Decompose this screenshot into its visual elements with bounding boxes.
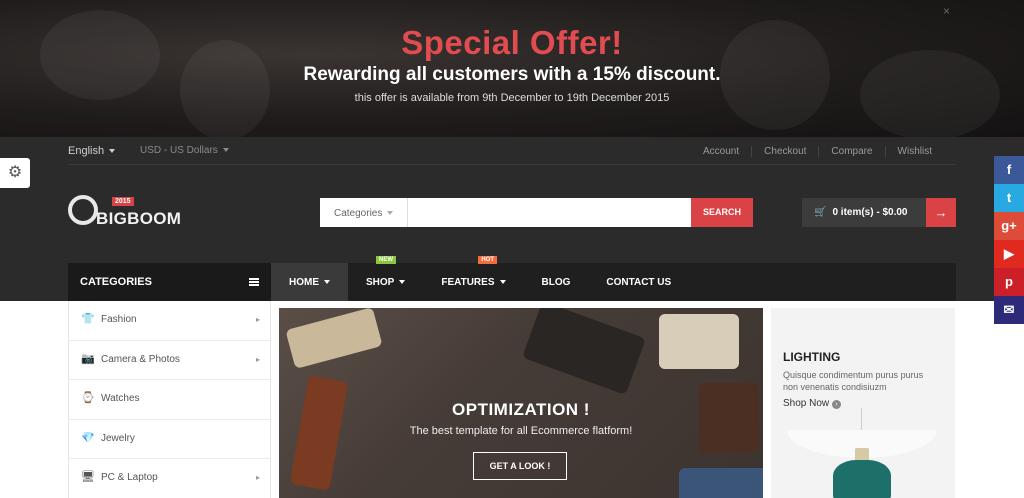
nav-item-label: FEATURES bbox=[441, 277, 495, 288]
nav-item-label: HOME bbox=[289, 277, 319, 288]
hero-slide: OPTIMIZATION ! The best template for all… bbox=[279, 308, 763, 498]
sidebar-item-label: PC & Laptop bbox=[101, 472, 158, 483]
banner-description: Quisque condimentum purus purus non vene… bbox=[783, 370, 924, 392]
top-bar: English USD - US Dollars Account Checkou… bbox=[68, 137, 956, 165]
arrow-right-icon[interactable]: → bbox=[926, 198, 956, 227]
cart-widget[interactable]: 🛒 0 item(s) - $0.00 → bbox=[802, 198, 956, 227]
sidebar-item-label: Watches bbox=[101, 393, 140, 404]
nav-item-home[interactable]: HOME bbox=[271, 263, 348, 301]
sidebar-item-label: Jewelry bbox=[101, 432, 135, 444]
lighting-banner[interactable]: LIGHTING Quisque condimentum purus purus… bbox=[771, 308, 955, 498]
monitor-icon: 🖥 bbox=[81, 471, 95, 483]
sidebar-item-label: Fashion bbox=[101, 314, 137, 325]
cart-summary-text: 0 item(s) - $0.00 bbox=[832, 207, 908, 218]
nav-item-label: SHOP bbox=[366, 277, 395, 288]
search-category-select[interactable]: Categories bbox=[320, 198, 408, 227]
hero-image-strap bbox=[285, 308, 383, 369]
account-link[interactable]: Account bbox=[691, 146, 751, 157]
new-badge: NEW bbox=[376, 256, 396, 264]
chevron-down-icon bbox=[109, 149, 116, 154]
promo-banner: Special Offer! Rewarding all customers w… bbox=[0, 0, 1024, 137]
chevron-right-icon: ▸ bbox=[255, 354, 260, 364]
checkout-link[interactable]: Checkout bbox=[751, 146, 818, 157]
nav-item-features[interactable]: HOT FEATURES bbox=[423, 256, 523, 301]
hero-image-watch bbox=[522, 308, 646, 396]
nav-menu: HOME NEW SHOP HOT FEATURES BLOG CONTACT … bbox=[271, 256, 689, 301]
currency-selector[interactable]: USD - US Dollars bbox=[140, 145, 229, 156]
nav-item-contact[interactable]: CONTACT US bbox=[588, 263, 689, 301]
search-category-label: Categories bbox=[334, 208, 383, 219]
cart-icon: 🛒 bbox=[814, 207, 827, 218]
cart-summary: 🛒 0 item(s) - $0.00 bbox=[814, 207, 908, 218]
compare-link[interactable]: Compare bbox=[818, 146, 884, 157]
hero-image-jeans bbox=[679, 468, 763, 498]
social-bar: f t g+ ▶ p ✉ bbox=[994, 156, 1024, 324]
chevron-down-icon bbox=[387, 211, 394, 216]
twitter-icon[interactable]: t bbox=[994, 184, 1024, 212]
nav-item-shop[interactable]: NEW SHOP bbox=[348, 256, 423, 301]
youtube-icon[interactable]: ▶ bbox=[994, 240, 1024, 268]
chevron-down-icon bbox=[499, 280, 506, 285]
get-a-look-button[interactable]: GET A LOOK ! bbox=[473, 452, 567, 480]
search-input[interactable] bbox=[410, 198, 690, 227]
facebook-icon[interactable]: f bbox=[994, 156, 1024, 184]
promo-note: this offer is available from 9th Decembe… bbox=[354, 92, 670, 104]
lamp-base-image bbox=[833, 460, 891, 498]
tshirt-icon: 👕 bbox=[81, 313, 95, 325]
sidebar-item-watches[interactable]: ⌚ Watches bbox=[69, 380, 270, 420]
categories-toggle[interactable]: CATEGORIES bbox=[68, 263, 271, 301]
chevron-down-icon bbox=[324, 280, 330, 285]
hero-image-camera bbox=[659, 314, 739, 369]
pinterest-icon[interactable]: p bbox=[994, 268, 1024, 296]
banner-title: LIGHTING bbox=[783, 350, 841, 364]
watch-icon: ⌚ bbox=[81, 392, 95, 404]
sidebar-item-camera[interactable]: 📷 Camera & Photos ▸ bbox=[69, 341, 270, 380]
hot-badge: HOT bbox=[478, 256, 498, 264]
email-icon[interactable]: ✉ bbox=[994, 296, 1024, 324]
lamp-cord bbox=[861, 408, 862, 432]
search-button[interactable]: SEARCH bbox=[691, 198, 753, 227]
site-logo[interactable]: 2015 BIGBOOM bbox=[68, 189, 208, 234]
logo-mark bbox=[68, 195, 98, 225]
chevron-down-icon bbox=[222, 148, 229, 153]
promo-subtitle: Rewarding all customers with a 15% disco… bbox=[303, 64, 721, 85]
arrow-circle-right-icon: › bbox=[831, 400, 841, 409]
main-nav: CATEGORIES HOME NEW SHOP HOT FEATURES BL… bbox=[68, 256, 956, 301]
nav-item-label: CONTACT US bbox=[606, 277, 672, 288]
promo-title: Special Offer! bbox=[401, 24, 623, 61]
close-icon[interactable]: × bbox=[943, 4, 950, 18]
site-header: English USD - US Dollars Account Checkou… bbox=[0, 137, 1024, 301]
sidebar-item-label: Camera & Photos bbox=[101, 353, 180, 365]
categories-label: CATEGORIES bbox=[80, 276, 152, 288]
sidebar-item-pc-laptop[interactable]: 🖥 PC & Laptop ▸ bbox=[69, 459, 270, 498]
shop-now-label: Shop Now bbox=[783, 398, 830, 409]
sidebar-item-fashion[interactable]: 👕 Fashion ▸ bbox=[69, 301, 270, 341]
currency-label: USD - US Dollars bbox=[140, 145, 218, 156]
hero-title: OPTIMIZATION ! bbox=[452, 400, 590, 419]
logo-name: BIGBOOM bbox=[96, 209, 182, 228]
search-bar: Categories SEARCH bbox=[320, 198, 753, 227]
sidebar-item-jewelry[interactable]: 💎 Jewelry bbox=[69, 420, 270, 459]
camera-icon: 📷 bbox=[81, 352, 95, 365]
menu-icon bbox=[249, 278, 259, 286]
google-plus-icon[interactable]: g+ bbox=[994, 212, 1024, 240]
shop-now-link[interactable]: Shop Now › bbox=[783, 398, 841, 409]
wishlist-link[interactable]: Wishlist bbox=[884, 146, 944, 157]
hero-subtitle: The best template for all Ecommerce flat… bbox=[409, 425, 633, 437]
logo-year-badge: 2015 bbox=[112, 197, 134, 206]
account-links: Account Checkout Compare Wishlist bbox=[691, 146, 944, 157]
chevron-down-icon bbox=[399, 280, 406, 285]
chevron-right-icon: ▸ bbox=[255, 473, 260, 482]
chevron-right-icon: ▸ bbox=[255, 315, 260, 324]
category-sidebar: 👕 Fashion ▸ 📷 Camera & Photos ▸ ⌚ Watche… bbox=[68, 301, 271, 498]
diamond-icon: 💎 bbox=[81, 431, 95, 444]
gear-icon[interactable]: ⚙ bbox=[0, 158, 30, 188]
language-selector[interactable]: English bbox=[68, 145, 116, 157]
nav-item-label: BLOG bbox=[541, 277, 571, 288]
nav-item-blog[interactable]: BLOG bbox=[524, 263, 589, 301]
language-label: English bbox=[68, 145, 105, 157]
